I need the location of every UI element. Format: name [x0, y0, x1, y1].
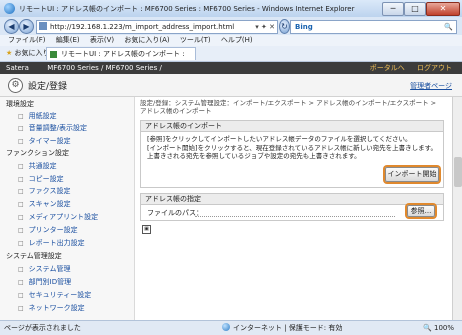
sidebar-heading-function: ファンクション設定 — [6, 149, 69, 157]
search-icon[interactable]: 🔍 — [444, 21, 453, 33]
status-bar: ページが表示されました インターネット | 保護モード: 有効 🔍 100% — [0, 320, 462, 335]
menu-tools[interactable]: ツール(T) — [180, 36, 211, 44]
zone-text: インターネット | 保護モード: 有効 — [233, 324, 343, 332]
instruction-line-2: [インポート開始]をクリックすると、現在登録されているアドレス帳に新しい宛先を上… — [147, 143, 437, 152]
file-path-field[interactable] — [195, 208, 395, 217]
window-title: リモートUI : アドレス帳のインポート : MF6700 Series : M… — [19, 5, 355, 13]
globe-icon — [222, 323, 230, 331]
bing-logo: Bing — [295, 23, 313, 31]
zoom-level[interactable]: 🔍 100% — [423, 321, 454, 335]
sidebar-heading-system: システム管理設定 — [6, 252, 62, 260]
address-toolbar: ◀ ▶ http://192.168.1.223/m_import_addres… — [0, 17, 462, 35]
zone-status: インターネット | 保護モード: 有効 — [222, 321, 342, 335]
brand-model: Satera MF6700 Series / MF6700 Series / — [6, 62, 162, 74]
portal-link[interactable]: ポータルへ — [370, 64, 405, 72]
sidebar-item-media-print[interactable]: メディアプリント設定 — [18, 212, 99, 222]
favorites-label: お気に入り — [14, 49, 50, 57]
import-section: アドレス帳のインポート [参照]をクリックしてインポートしたいアドレス帳データの… — [140, 120, 444, 188]
file-section-title: アドレス帳の指定 — [141, 194, 443, 205]
sidebar: 環境設定 用紙設定 音量調整/表示設定 タイマー設定 ファンクション設定 共通設… — [0, 97, 135, 320]
logout-link[interactable]: ログアウト — [417, 64, 452, 72]
menu-edit[interactable]: 編集(E) — [56, 36, 80, 44]
breadcrumb: 設定/登録：システム管理設定：インポート/エクスポート > アドレス帳のインポー… — [140, 99, 437, 115]
start-import-button[interactable]: インポート開始 — [385, 167, 439, 182]
favorites-bar: ★ お気に入り リモートUI : アドレス帳のインポート : MF67... — [0, 46, 462, 71]
browser-tab[interactable]: リモートUI : アドレス帳のインポート : MF67... — [46, 47, 196, 71]
file-section: アドレス帳の指定 ファイルのパス： 参照... — [140, 193, 444, 221]
menu-view[interactable]: 表示(V) — [90, 36, 114, 44]
sidebar-item-printer[interactable]: プリンター設定 — [18, 225, 78, 235]
window-titlebar: リモートUI : アドレス帳のインポート : MF6700 Series : M… — [0, 0, 462, 18]
sidebar-item-scan[interactable]: スキャン設定 — [18, 199, 71, 209]
sidebar-item-copy[interactable]: コピー設定 — [18, 174, 64, 184]
menu-file[interactable]: ファイル(F) — [8, 36, 46, 44]
sidebar-item-system-management[interactable]: システム管理 — [18, 264, 71, 274]
minimize-button[interactable]: ─ — [382, 2, 404, 16]
model-name: MF6700 Series / MF6700 Series / — [47, 64, 162, 72]
menu-favorites[interactable]: お気に入り(A) — [124, 36, 169, 44]
favorites-button[interactable]: ★ お気に入り — [6, 48, 50, 59]
browse-button[interactable]: 参照... — [407, 205, 435, 217]
sidebar-item-report[interactable]: レポート出力設定 — [18, 238, 85, 248]
sidebar-item-common[interactable]: 共通設定 — [18, 161, 57, 171]
star-icon: ★ — [6, 49, 13, 57]
page-header: ⚙ 設定/登録 管理者ページ — [0, 74, 462, 97]
banner-links: ポータルへ ログアウト — [360, 62, 452, 74]
menu-help[interactable]: ヘルプ(H) — [221, 36, 253, 44]
page-scrollbar[interactable] — [452, 97, 462, 320]
page-top-icon[interactable]: ▣ — [142, 225, 151, 234]
close-button[interactable]: ✕ — [426, 2, 460, 16]
file-path-row: ファイルのパス： — [147, 208, 395, 218]
sidebar-item-timer[interactable]: タイマー設定 — [18, 136, 71, 146]
tab-icon — [50, 51, 57, 58]
back-button[interactable]: ◀ — [4, 19, 19, 34]
address-buttons[interactable]: ▾ ✦ ✕ — [255, 21, 275, 33]
sidebar-item-paper[interactable]: 用紙設定 — [18, 111, 57, 121]
scrollbar-thumb[interactable] — [454, 157, 462, 187]
page-title: 設定/登録 — [28, 82, 68, 92]
menu-bar: ファイル(F) 編集(E) 表示(V) お気に入り(A) ツール(T) ヘルプ(… — [0, 35, 462, 46]
manager-page-link[interactable]: 管理者ページ — [410, 81, 452, 91]
sidebar-item-network[interactable]: ネットワーク設定 — [18, 303, 85, 313]
sidebar-item-fax[interactable]: ファクス設定 — [18, 186, 71, 196]
import-instructions: [参照]をクリックしてインポートしたいアドレス帳データのファイルを選択してくださ… — [141, 132, 443, 164]
main-content: 設定/登録：システム管理設定：インポート/エクスポート > アドレス帳のインポー… — [140, 97, 452, 320]
sidebar-heading-environment: 環境設定 — [6, 100, 34, 108]
refresh-button[interactable]: ↻ — [279, 19, 290, 34]
url-text: http://192.168.1.223/m_import_address_im… — [50, 23, 235, 31]
brand-name: Satera — [6, 64, 29, 72]
page-icon — [39, 22, 47, 30]
search-input[interactable]: Bing 🔍 — [290, 20, 457, 34]
url-input[interactable]: http://192.168.1.223/m_import_address_im… — [36, 20, 278, 34]
maximize-button[interactable]: □ — [404, 2, 426, 16]
gear-icon: ⚙ — [8, 78, 23, 93]
import-section-title: アドレス帳のインポート — [141, 121, 443, 132]
sidebar-item-security[interactable]: セキュリティー設定 — [18, 290, 92, 300]
instruction-line-3: 上書きされる宛先を参照しているジョブや設定の宛先も上書きされます。 — [147, 152, 361, 160]
instruction-line-1: [参照]をクリックしてインポートしたいアドレス帳データのファイルを選択してくださ… — [147, 135, 412, 143]
ie-logo-icon — [4, 3, 15, 14]
status-text: ページが表示されました — [4, 324, 81, 332]
sidebar-item-department-id[interactable]: 部門別ID管理 — [18, 277, 71, 287]
sidebar-item-volume-display[interactable]: 音量調整/表示設定 — [18, 123, 87, 133]
top-banner: Satera MF6700 Series / MF6700 Series / ポ… — [0, 62, 462, 74]
forward-button[interactable]: ▶ — [19, 19, 34, 34]
